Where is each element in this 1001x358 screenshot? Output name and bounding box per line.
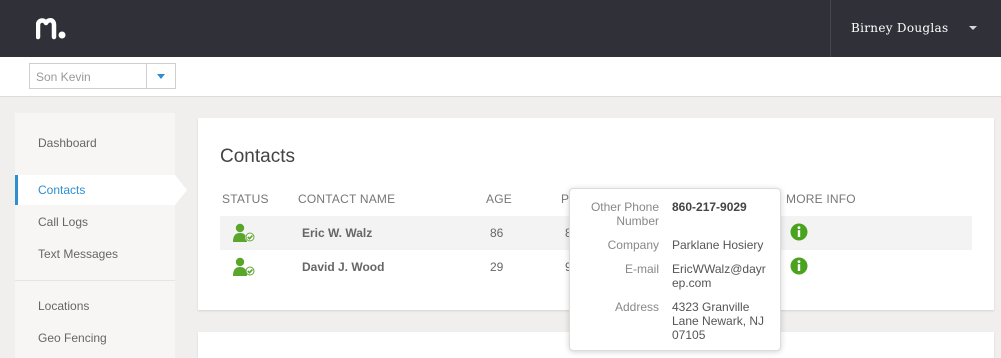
company-value: Parklane Hosiery — [672, 238, 764, 252]
column-header-name[interactable]: CONTACT NAME — [298, 192, 395, 206]
contact-verified-icon — [233, 223, 255, 242]
device-selector-bar: Son Kevin — [0, 57, 1001, 97]
email-value-line2[interactable]: ep.com — [672, 276, 774, 290]
device-select-toggle[interactable] — [146, 64, 175, 88]
column-header-phone[interactable]: P — [561, 192, 569, 206]
top-bar: Birney Douglas — [0, 0, 1001, 57]
chevron-down-icon[interactable] — [969, 26, 977, 30]
other-phone-label-line1: Other Phone — [590, 200, 659, 214]
sidebar-item-geo-fencing[interactable]: Geo Fencing — [15, 323, 175, 353]
sidebar-item-contacts[interactable]: Contacts — [15, 175, 187, 205]
user-menu[interactable]: Birney Douglas — [830, 0, 1001, 57]
device-select[interactable]: Son Kevin — [29, 63, 176, 89]
other-phone-value: 860-217-9029 — [672, 200, 747, 214]
column-header-age[interactable]: AGE — [486, 192, 512, 206]
contact-details-popover: Other Phone Number 860-217-9029 Company … — [569, 188, 781, 351]
address-value-line3: 07105 — [672, 328, 706, 342]
column-header-more-info: MORE INFO — [786, 192, 856, 206]
info-icon[interactable] — [790, 223, 808, 241]
sidebar-item-dashboard[interactable]: Dashboard — [15, 128, 175, 158]
column-header-status: STATUS — [222, 192, 269, 206]
sidebar-divider — [15, 280, 175, 281]
contact-age: 29 — [490, 260, 504, 274]
info-icon[interactable] — [790, 257, 808, 275]
address-value-line2: Lane Newark, NJ — [672, 314, 765, 328]
other-phone-label-line2: Number — [616, 214, 659, 228]
contact-age: 86 — [490, 226, 504, 240]
email-label: E-mail — [624, 262, 659, 276]
contact-name[interactable]: David J. Wood — [302, 260, 384, 274]
company-label: Company — [607, 238, 659, 252]
chevron-down-icon — [157, 74, 165, 79]
device-select-value: Son Kevin — [36, 70, 91, 84]
address-label: Address — [614, 300, 659, 314]
user-name[interactable]: Birney Douglas — [851, 21, 948, 35]
sidebar: Dashboard Contacts Call Logs Text Messag… — [15, 113, 187, 358]
page-title: Contacts — [220, 146, 295, 167]
contact-verified-icon — [233, 257, 255, 276]
sidebar-item-text-messages[interactable]: Text Messages — [15, 239, 175, 269]
sidebar-item-call-logs[interactable]: Call Logs — [15, 207, 175, 237]
mspy-logo-icon[interactable] — [36, 15, 68, 41]
contact-name[interactable]: Eric W. Walz — [302, 226, 372, 240]
email-value-line1[interactable]: EricWWalz@dayr — [672, 262, 774, 276]
address-value-line1: 4323 Granville — [672, 300, 750, 314]
sidebar-item-locations[interactable]: Locations — [15, 291, 175, 321]
